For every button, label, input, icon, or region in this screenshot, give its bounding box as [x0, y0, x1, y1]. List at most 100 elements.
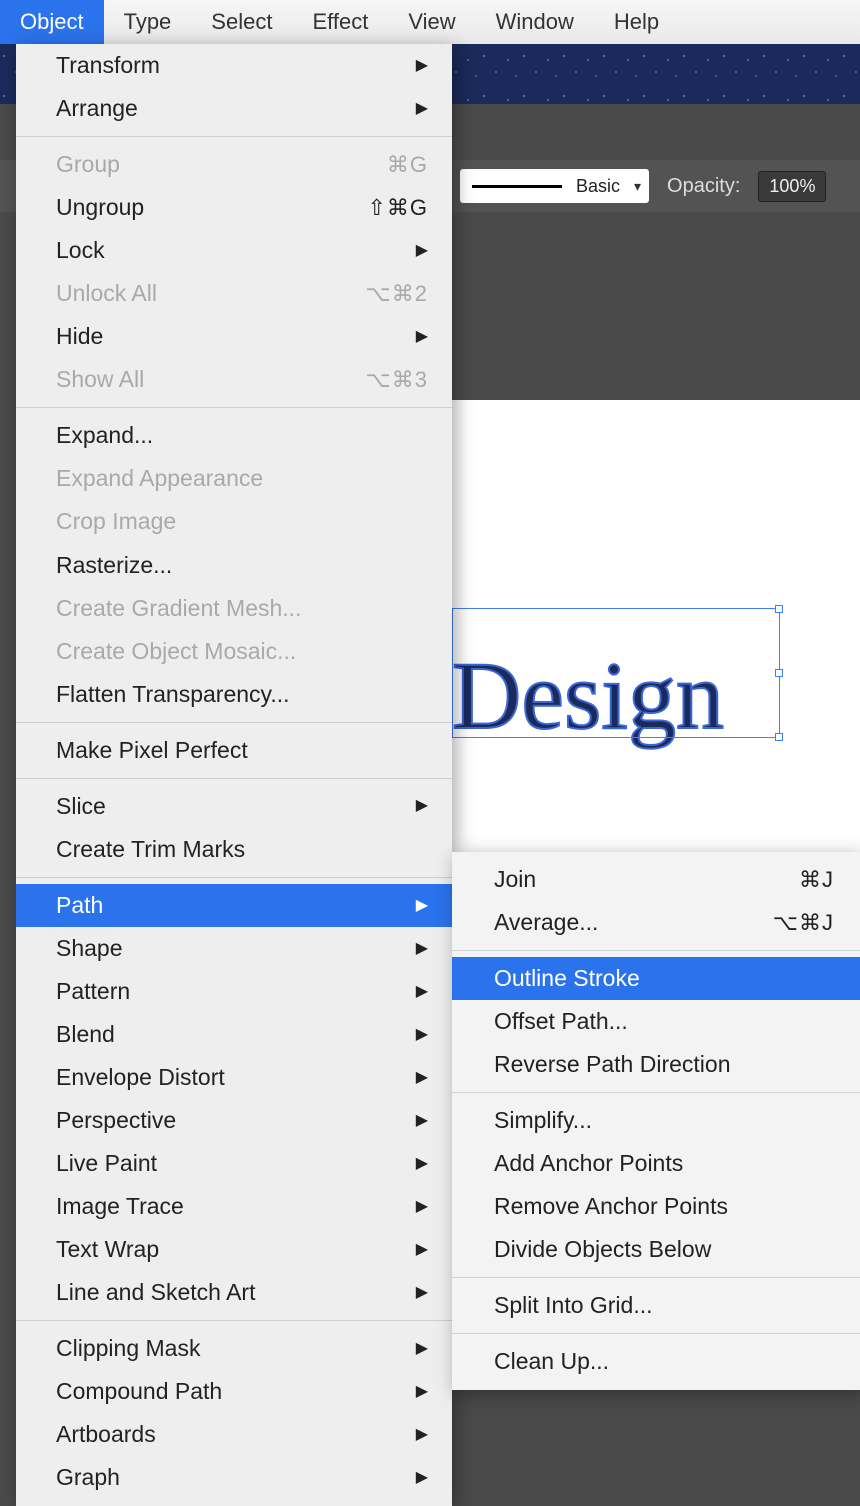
menu-item-label: Expand... — [56, 420, 153, 451]
object-menu-item-line-and-sketch-art[interactable]: Line and Sketch Art ▶ — [16, 1271, 452, 1314]
path-submenu-item-average[interactable]: Average...⌥⌘J — [452, 901, 860, 944]
object-menu-item-text-wrap[interactable]: Text Wrap▶ — [16, 1228, 452, 1271]
object-menu-item-hide[interactable]: Hide▶ — [16, 315, 452, 358]
submenu-arrow-icon: ▶ — [416, 1067, 428, 1089]
object-menu-item-flatten-transparency[interactable]: Flatten Transparency... — [16, 673, 452, 716]
menu-item-label: Clipping Mask — [56, 1333, 200, 1364]
menu-item-label: Line and Sketch Art — [56, 1277, 255, 1308]
menu-item-label: Join — [494, 864, 536, 895]
menubar-item-type[interactable]: Type — [104, 0, 192, 44]
object-menu-item-graph[interactable]: Graph ▶ — [16, 1456, 452, 1499]
selection-handle[interactable] — [775, 605, 783, 613]
object-menu-item-create-trim-marks[interactable]: Create Trim Marks — [16, 828, 452, 871]
menu-item-label: Unlock All — [56, 278, 157, 309]
object-menu-separator — [16, 1320, 452, 1321]
path-submenu-item-remove-anchor-points[interactable]: Remove Anchor Points — [452, 1185, 860, 1228]
object-menu-item-perspective[interactable]: Perspective▶ — [16, 1099, 452, 1142]
object-menu-item-clipping-mask[interactable]: Clipping Mask▶ — [16, 1327, 452, 1370]
object-menu-item-make-pixel-perfect[interactable]: Make Pixel Perfect — [16, 729, 452, 772]
path-submenu: Join ⌘J Average...⌥⌘J Outline StrokeOffset … — [452, 852, 860, 1390]
path-submenu-item-divide-objects-below[interactable]: Divide Objects Below — [452, 1228, 860, 1271]
menu-item-label: Envelope Distort — [56, 1062, 225, 1093]
path-submenu-item-outline-stroke[interactable]: Outline Stroke — [452, 957, 860, 1000]
object-menu-item-lock[interactable]: Lock▶ — [16, 229, 452, 272]
menu-item-label: Image Trace — [56, 1191, 184, 1222]
object-menu-item-envelope-distort[interactable]: Envelope Distort ▶ — [16, 1056, 452, 1099]
stroke-preview-icon — [472, 185, 562, 188]
object-menu-item-live-paint[interactable]: Live Paint▶ — [16, 1142, 452, 1185]
stroke-style-label: Basic — [576, 176, 620, 197]
menu-item-label: Graph — [56, 1462, 120, 1493]
menu-item-label: Create Trim Marks — [56, 834, 245, 865]
object-menu-item-transform[interactable]: Transform▶ — [16, 44, 452, 87]
object-menu-item-crop-image: Crop Image — [16, 500, 452, 543]
menu-item-label: Average... — [494, 907, 598, 938]
menu-item-label: Perspective — [56, 1105, 176, 1136]
menubar-item-object[interactable]: Object — [0, 0, 104, 44]
menu-item-label: Compound Path — [56, 1376, 222, 1407]
object-menu-item-compound-path[interactable]: Compound Path ▶ — [16, 1370, 452, 1413]
menu-item-label: Group — [56, 149, 120, 180]
object-menu-item-blend[interactable]: Blend▶ — [16, 1013, 452, 1056]
path-submenu-item-offset-path[interactable]: Offset Path... — [452, 1000, 860, 1043]
opacity-field[interactable]: 100% — [758, 171, 826, 202]
path-submenu-item-add-anchor-points[interactable]: Add Anchor Points — [452, 1142, 860, 1185]
object-menu-item-rasterize[interactable]: Rasterize... — [16, 544, 452, 587]
menu-item-label: Make Pixel Perfect — [56, 735, 248, 766]
menu-item-label: Flatten Transparency... — [56, 679, 290, 710]
menu-item-label: Divide Objects Below — [494, 1234, 711, 1265]
path-submenu-item-join[interactable]: Join ⌘J — [452, 858, 860, 901]
stroke-style-picker[interactable]: Basic ▾ — [460, 169, 649, 203]
submenu-arrow-icon: ▶ — [416, 240, 428, 262]
submenu-arrow-icon: ▶ — [416, 1424, 428, 1446]
object-menu-separator — [16, 778, 452, 779]
object-menu-item-expand[interactable]: Expand... — [16, 414, 452, 457]
object-menu-item-image-trace[interactable]: Image Trace ▶ — [16, 1185, 452, 1228]
path-submenu-separator — [452, 1277, 860, 1278]
menu-item-label: Expand Appearance — [56, 463, 263, 494]
menu-item-shortcut: ⌥⌘3 — [365, 365, 428, 395]
path-submenu-separator — [452, 1333, 860, 1334]
menu-item-label: Pattern — [56, 976, 130, 1007]
chevron-down-icon: ▾ — [634, 178, 641, 195]
selection-handle[interactable] — [775, 733, 783, 741]
submenu-arrow-icon: ▶ — [416, 981, 428, 1003]
selection-bounds — [452, 608, 780, 738]
object-menu-item-artboards[interactable]: Artboards▶ — [16, 1413, 452, 1456]
object-menu-item-unlock-all: Unlock All⌥⌘2 — [16, 272, 452, 315]
submenu-arrow-icon: ▶ — [416, 98, 428, 120]
object-menu-item-show-all: Show All⌥⌘3 — [16, 358, 452, 401]
object-menu-item-group: Group ⌘G — [16, 143, 452, 186]
selection-handle[interactable] — [775, 669, 783, 677]
submenu-arrow-icon: ▶ — [416, 938, 428, 960]
menubar-item-window[interactable]: Window — [476, 0, 594, 44]
object-menu-item-arrange[interactable]: Arrange ▶ — [16, 87, 452, 130]
menu-item-shortcut: ⌘J — [799, 865, 834, 895]
menu-item-label: Split Into Grid... — [494, 1290, 653, 1321]
submenu-arrow-icon: ▶ — [416, 1467, 428, 1489]
object-menu-item-ungroup[interactable]: Ungroup⇧⌘G — [16, 186, 452, 229]
path-submenu-item-split-into-grid[interactable]: Split Into Grid... — [452, 1284, 860, 1327]
path-submenu-item-reverse-path-direction[interactable]: Reverse Path Direction — [452, 1043, 860, 1086]
object-menu-item-create-object-mosaic: Create Object Mosaic... — [16, 630, 452, 673]
menu-item-label: Clean Up... — [494, 1346, 609, 1377]
object-menu-item-slice[interactable]: Slice ▶ — [16, 785, 452, 828]
submenu-arrow-icon: ▶ — [416, 1282, 428, 1304]
menu-item-label: Arrange — [56, 93, 138, 124]
submenu-arrow-icon: ▶ — [416, 1196, 428, 1218]
menu-item-label: Slice — [56, 791, 106, 822]
submenu-arrow-icon: ▶ — [416, 795, 428, 817]
menubar-item-select[interactable]: Select — [191, 0, 292, 44]
menubar-item-help[interactable]: Help — [594, 0, 679, 44]
menubar-item-effect[interactable]: Effect — [292, 0, 388, 44]
menubar-item-view[interactable]: View — [388, 0, 475, 44]
path-submenu-item-simplify[interactable]: Simplify... — [452, 1099, 860, 1142]
object-menu-item-pattern[interactable]: Pattern ▶ — [16, 970, 452, 1013]
submenu-arrow-icon: ▶ — [416, 55, 428, 77]
path-submenu-item-clean-up[interactable]: Clean Up... — [452, 1340, 860, 1383]
object-menu-separator — [16, 877, 452, 878]
object-menu-item-path[interactable]: Path▶ — [16, 884, 452, 927]
menu-item-shortcut: ⌘G — [387, 150, 428, 180]
submenu-arrow-icon: ▶ — [416, 1381, 428, 1403]
object-menu-item-shape[interactable]: Shape▶ — [16, 927, 452, 970]
